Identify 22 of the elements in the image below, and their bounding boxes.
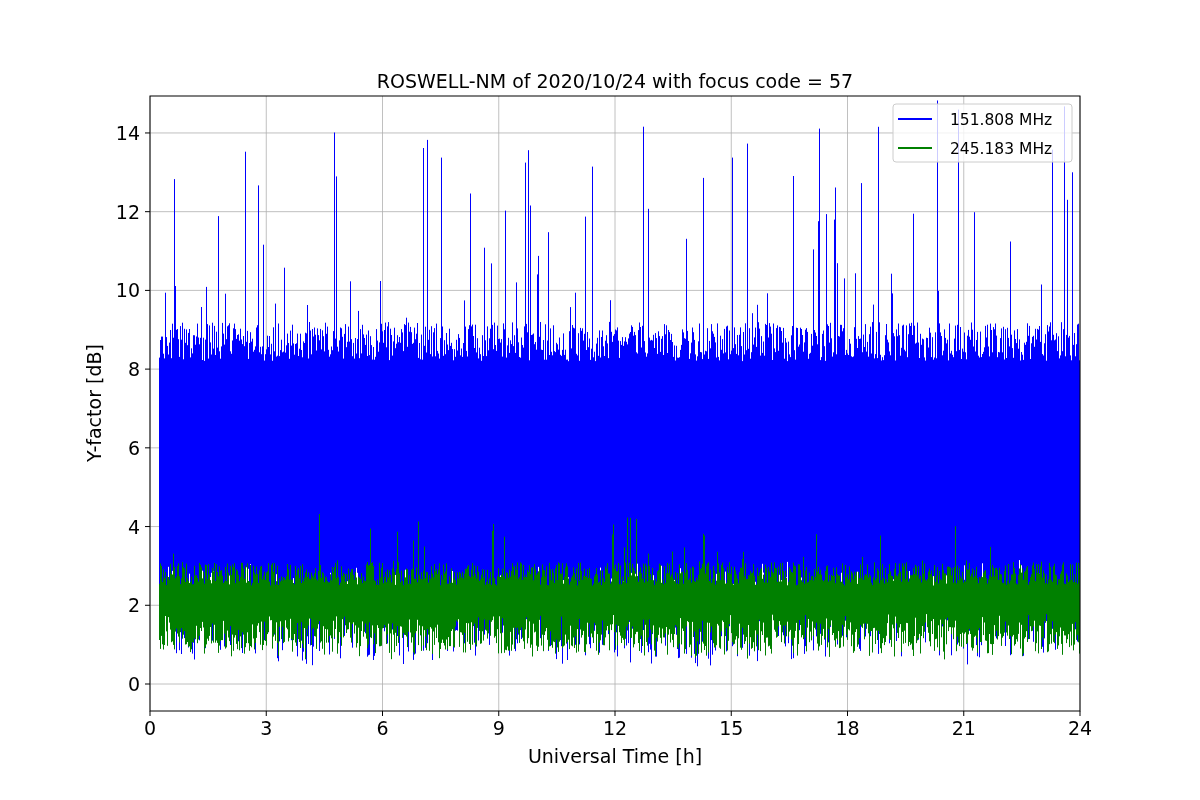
tick-label: 6: [127, 436, 140, 459]
legend-label: 245.183 MHz: [950, 140, 1053, 158]
tick-label: 2: [127, 594, 140, 617]
tick-label: 12: [602, 717, 628, 739]
tick-label: 10: [115, 279, 140, 302]
legend-label: 151.808 MHz: [950, 111, 1053, 129]
tick-label: 21: [951, 717, 976, 739]
chart-title: ROSWELL-NM of 2020/10/24 with focus code = 57: [376, 70, 854, 92]
axis-label: Universal Time [h]: [527, 745, 703, 767]
tick-label: 6: [376, 717, 389, 739]
tick-label: 8: [127, 358, 140, 381]
axis-label: Y-factor [dB]: [83, 344, 105, 462]
tick-label: 4: [127, 515, 140, 538]
tick-label: 24: [1067, 717, 1093, 739]
tick-label: 0: [127, 673, 140, 695]
tick-label: 14: [115, 121, 140, 144]
tick-label: 18: [835, 717, 860, 739]
tick-label: 0: [143, 717, 157, 739]
tick-label: 3: [260, 717, 273, 739]
tick-label: 9: [492, 717, 505, 739]
tick-label: 12: [115, 200, 140, 223]
tick-label: 15: [719, 717, 744, 739]
